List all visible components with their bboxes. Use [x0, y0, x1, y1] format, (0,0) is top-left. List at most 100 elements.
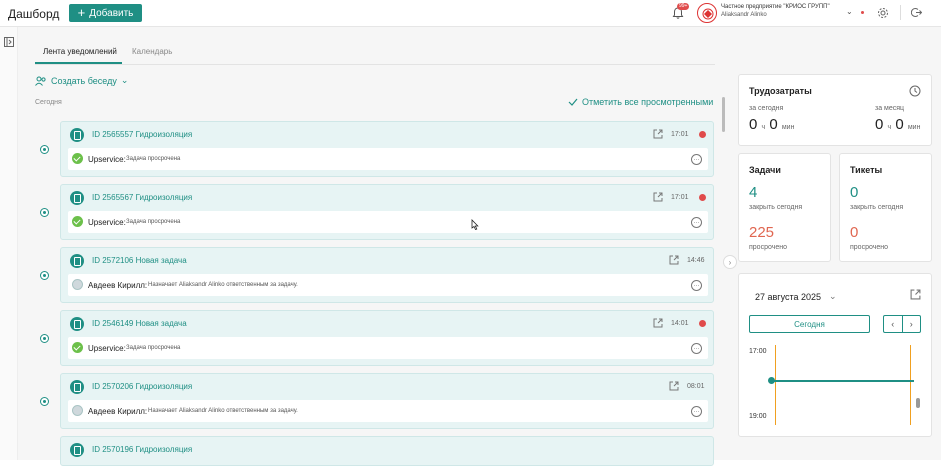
tab-notifications[interactable]: Лента уведомлений — [43, 47, 117, 56]
more-options-icon[interactable]: ··· — [691, 406, 702, 417]
unread-radio[interactable] — [40, 145, 49, 154]
more-options-icon[interactable]: ··· — [691, 217, 702, 228]
gear-icon[interactable] — [877, 7, 889, 19]
today-button[interactable]: Сегодня — [749, 315, 870, 333]
tasks-overdue-label: просрочено — [749, 244, 788, 251]
chevron-right-icon: › — [728, 257, 732, 267]
card-title[interactable]: ID 2570206 Гидроизоляция — [92, 382, 192, 391]
unread-radio[interactable] — [40, 397, 49, 406]
logout-icon[interactable] — [911, 7, 922, 18]
card-time: 14:01 — [671, 320, 689, 327]
overdue-indicator — [699, 320, 706, 327]
clock-icon[interactable] — [909, 85, 921, 97]
tasks-title: Задачи — [749, 165, 781, 175]
task-icon — [70, 191, 84, 205]
card-body: Upservice: Задача просрочена ··· — [68, 211, 708, 233]
current-user[interactable]: Aliaksandr Alinko — [721, 12, 767, 18]
more-options-icon[interactable]: ··· — [691, 280, 702, 291]
company-name[interactable]: Частное предприятие "КРИОС ГРУПП" — [721, 3, 830, 11]
unread-radio[interactable] — [40, 271, 49, 280]
mouse-cursor-icon — [471, 219, 479, 230]
open-external-icon[interactable] — [653, 318, 663, 328]
calendar-panel: 27 августа 2025 ⌄ — [738, 273, 932, 437]
page-title: Дашборд — [8, 7, 60, 21]
hour-label: 17:00 — [749, 348, 767, 355]
company-logo[interactable] — [697, 3, 717, 23]
add-button-label: Добавить — [89, 7, 134, 19]
calendar-date-picker[interactable]: 27 августа 2025 ⌄ — [755, 291, 837, 302]
status-dot — [861, 11, 864, 14]
tab-calendar[interactable]: Календарь — [132, 47, 172, 56]
open-external-icon[interactable] — [653, 192, 663, 202]
labor-month-value: 0 ч 0 мин — [875, 116, 921, 133]
more-options-icon[interactable]: ··· — [691, 343, 702, 354]
card-time: 14:46 — [687, 257, 705, 264]
tasks-panel[interactable]: Задачи 4 закрыть сегодня 225 просрочено — [738, 153, 831, 262]
labor-today-value: 0 ч 0 мин — [749, 116, 795, 133]
time-grid-line — [775, 345, 776, 425]
feed-card[interactable]: ID 2565557 Гидроизоляция 17:01 Upservice… — [60, 121, 714, 177]
overdue-indicator — [699, 194, 706, 201]
collapse-panel-button[interactable]: › — [723, 255, 737, 269]
open-external-icon[interactable] — [653, 129, 663, 139]
feed-card[interactable]: ID 2546149 Новая задача 14:01 Upservice:… — [60, 310, 714, 366]
open-external-icon[interactable] — [669, 255, 679, 265]
feed-scrollbar[interactable] — [722, 97, 725, 132]
feed-card[interactable]: ID 2565567 Гидроизоляция 17:01 Upservice… — [60, 184, 714, 240]
add-button[interactable]: + Добавить — [69, 4, 142, 22]
chevron-left-icon[interactable]: ‹ — [884, 316, 902, 332]
create-chat-button[interactable]: Создать беседу ⌄ — [35, 75, 128, 86]
card-body: Upservice: Задача просрочена ··· — [68, 148, 708, 170]
hour-label: 19:00 — [749, 413, 767, 420]
notification-badge: 99+ — [677, 3, 690, 10]
task-icon — [70, 443, 84, 457]
feed-card[interactable]: ID 2570206 Гидроизоляция 08:01 Авдеев Ки… — [60, 373, 714, 429]
create-chat-label: Создать беседу — [51, 75, 117, 86]
task-icon — [70, 254, 84, 268]
tickets-close-today[interactable]: 0 — [850, 184, 858, 201]
mark-all-read-label: Отметить все просмотренными — [582, 97, 714, 107]
users-icon — [35, 76, 46, 86]
expand-sidebar-icon[interactable] — [4, 37, 14, 47]
tickets-panel[interactable]: Тикеты 0 закрыть сегодня 0 просрочено — [839, 153, 932, 262]
user-avatar — [72, 405, 83, 416]
chevron-right-icon[interactable]: › — [901, 316, 921, 332]
tabs-divider — [35, 64, 715, 65]
message-author: Авдеев Кирилл: — [88, 407, 148, 416]
unread-radio[interactable] — [40, 208, 49, 217]
card-time: 08:01 — [687, 383, 705, 390]
card-title[interactable]: ID 2570196 Гидроизоляция — [92, 445, 192, 454]
left-rail — [0, 27, 18, 460]
unread-radio[interactable] — [40, 334, 49, 343]
section-label-today: Сегодня — [35, 99, 62, 106]
open-external-icon[interactable] — [669, 381, 679, 391]
open-external-icon[interactable] — [910, 289, 921, 300]
current-time-dot — [768, 377, 775, 384]
feed-card[interactable]: ID 2570196 Гидроизоляция — [60, 436, 714, 466]
check-circle-icon — [72, 153, 83, 164]
tasks-overdue[interactable]: 225 — [749, 224, 774, 241]
message-text: Назначает Aliaksandr Alinko ответственны… — [148, 282, 298, 288]
mark-all-read-button[interactable]: Отметить все просмотренными — [568, 97, 713, 107]
more-options-icon[interactable]: ··· — [691, 154, 702, 165]
time-grid-line — [910, 345, 911, 425]
plus-icon: + — [77, 5, 86, 20]
task-icon — [70, 380, 84, 394]
chevron-down-icon: ⌄ — [120, 75, 129, 85]
tasks-close-today[interactable]: 4 — [749, 184, 757, 201]
user-avatar — [72, 279, 83, 290]
card-title[interactable]: ID 2565557 Гидроизоляция — [92, 130, 192, 139]
feed-card[interactable]: ID 2572106 Новая задача 14:46 Авдеев Кир… — [60, 247, 714, 303]
card-title[interactable]: ID 2572106 Новая задача — [92, 256, 187, 265]
check-circle-icon — [72, 342, 83, 353]
chevron-down-icon[interactable]: ⌄ — [846, 7, 853, 16]
labor-panel: Трудозатраты за сегодня за месяц 0 ч 0 м… — [738, 74, 932, 146]
calendar-scrollbar[interactable] — [916, 398, 920, 408]
tickets-overdue[interactable]: 0 — [850, 224, 858, 241]
card-title[interactable]: ID 2546149 Новая задача — [92, 319, 187, 328]
task-icon — [70, 317, 84, 331]
tasks-close-today-label: закрыть сегодня — [749, 204, 803, 211]
card-title[interactable]: ID 2565567 Гидроизоляция — [92, 193, 192, 202]
top-bar: Дашборд + Добавить 99+ Частное предприят… — [0, 0, 941, 27]
check-icon — [568, 98, 578, 106]
